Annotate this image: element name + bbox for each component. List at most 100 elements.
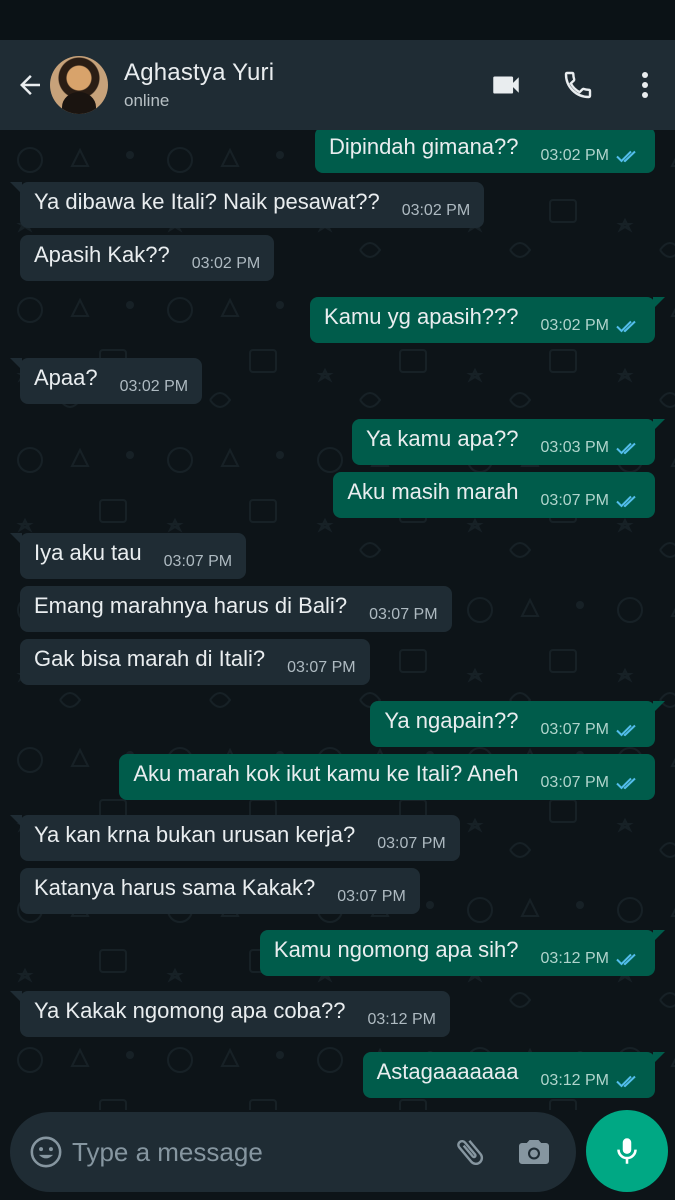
bubble-tail <box>10 991 22 1003</box>
message-text: Iya aku tau <box>34 540 142 565</box>
message-text: Astagaaaaaaa <box>376 1059 519 1084</box>
message-meta: 03:07 PM <box>541 492 641 510</box>
chat-header: Aghastya Yuri online <box>0 40 675 130</box>
read-receipt-icon <box>616 320 636 333</box>
read-receipt-icon <box>616 442 636 455</box>
bubble-tail <box>653 930 665 942</box>
message-meta: 03:12 PM <box>541 1072 641 1090</box>
read-receipt-icon <box>616 495 636 508</box>
bubble-tail <box>10 533 22 545</box>
message-input[interactable] <box>72 1127 448 1177</box>
outgoing-message[interactable]: Ya kamu apa?? 03:03 PM <box>352 419 665 465</box>
message-time: 03:12 PM <box>367 1011 436 1028</box>
outgoing-message[interactable]: Ya ngapain?? 03:07 PM <box>370 701 665 747</box>
video-call-icon[interactable] <box>481 60 531 110</box>
message-time: 03:02 PM <box>119 378 189 395</box>
incoming-message[interactable]: Ya Kakak ngomong apa coba?? 03:12 PM <box>10 991 450 1037</box>
message-time: 03:07 PM <box>377 835 446 852</box>
message-time: 03:12 PM <box>540 1072 609 1089</box>
message-meta: 03:07 PM <box>164 553 232 571</box>
bubble-tail <box>10 182 22 194</box>
incoming-message[interactable]: Iya aku tau 03:07 PM <box>10 533 247 579</box>
message-time: 03:02 PM <box>540 147 609 164</box>
message-time: 03:02 PM <box>540 317 609 334</box>
incoming-message[interactable]: Emang marahnya harus di Bali? 03:07 PM <box>20 586 452 632</box>
message-meta: 03:02 PM <box>541 317 641 335</box>
message-text: Kamu ngomong apa sih? <box>273 937 519 962</box>
message-meta: 03:02 PM <box>192 255 260 273</box>
message-meta: 03:07 PM <box>541 721 641 739</box>
bubble-tail <box>653 701 665 713</box>
outgoing-message[interactable]: Dipindah gimana?? 03:02 PM <box>314 130 655 173</box>
message-meta: 03:03 PM <box>541 439 641 457</box>
message-time: 03:07 PM <box>540 774 609 791</box>
outgoing-message[interactable]: Kamu yg apasih??? 03:02 PM <box>310 297 665 343</box>
attach-icon[interactable] <box>448 1130 492 1174</box>
outgoing-message[interactable]: Aku masih marah 03:07 PM <box>333 472 655 518</box>
bubble-tail <box>653 1052 665 1064</box>
message-text: Ya Kakak ngomong apa coba?? <box>34 998 346 1023</box>
bubble-tail <box>653 297 665 309</box>
message-meta: 03:07 PM <box>369 606 437 624</box>
incoming-message[interactable]: Ya kan krna bukan urusan kerja? 03:07 PM <box>10 815 460 861</box>
message-meta: 03:07 PM <box>541 774 641 792</box>
message-text: Ya ngapain?? <box>384 708 519 733</box>
outgoing-message[interactable]: Kamu ngomong apa sih? 03:12 PM <box>259 930 665 976</box>
message-text: Emang marahnya harus di Bali? <box>34 593 348 618</box>
message-meta: 03:02 PM <box>120 378 188 396</box>
contact-name[interactable]: Aghastya Yuri <box>124 59 481 87</box>
mic-button[interactable] <box>586 1110 668 1192</box>
incoming-message[interactable]: Gak bisa marah di Itali? 03:07 PM <box>20 639 370 685</box>
message-composer <box>10 1112 576 1192</box>
message-text: Gak bisa marah di Itali? <box>34 646 266 671</box>
bubble-tail <box>653 419 665 431</box>
back-arrow-icon[interactable] <box>10 65 50 105</box>
emoji-icon[interactable] <box>26 1132 66 1172</box>
message-meta: 03:07 PM <box>377 835 445 853</box>
read-receipt-icon <box>616 150 636 163</box>
message-meta: 03:12 PM <box>368 1011 436 1029</box>
outgoing-message[interactable]: Aku marah kok ikut kamu ke Itali? Aneh 03… <box>119 754 655 800</box>
contact-status: online <box>124 91 170 110</box>
incoming-message[interactable]: Apasih Kak?? 03:02 PM <box>20 235 275 281</box>
outgoing-message[interactable]: Astagaaaaaaa 03:12 PM <box>362 1052 665 1098</box>
read-receipt-icon <box>616 724 636 737</box>
message-text: Ya dibawa ke Itali? Naik pesawat?? <box>34 189 380 214</box>
read-receipt-icon <box>616 777 636 790</box>
message-time: 03:07 PM <box>540 721 609 738</box>
message-time: 03:07 PM <box>337 888 406 905</box>
message-meta: 03:12 PM <box>541 950 641 968</box>
message-text: Ya kan krna bukan urusan kerja? <box>34 822 356 847</box>
message-time: 03:02 PM <box>191 255 261 272</box>
message-text: Aku masih marah <box>347 479 519 504</box>
chat-area[interactable]: Dipindah gimana?? 03:02 PM Ya dibawa ke It… <box>0 130 675 1110</box>
incoming-message[interactable]: Apaa? 03:02 PM <box>10 358 203 404</box>
message-meta: 03:02 PM <box>402 202 470 220</box>
voice-call-icon[interactable] <box>553 60 603 110</box>
mic-icon <box>617 1138 637 1164</box>
message-time: 03:03 PM <box>540 439 609 456</box>
read-receipt-icon <box>616 1075 636 1088</box>
more-options-icon[interactable] <box>625 60 665 110</box>
message-time: 03:07 PM <box>163 553 233 570</box>
message-time: 03:07 PM <box>287 659 356 676</box>
message-meta: 03:07 PM <box>287 659 355 677</box>
message-text: Ya kamu apa?? <box>366 426 519 451</box>
message-text: Apaa? <box>34 365 98 390</box>
message-time: 03:07 PM <box>369 606 438 623</box>
incoming-message[interactable]: Katanya harus sama Kakak? 03:07 PM <box>20 868 420 914</box>
message-time: 03:12 PM <box>540 950 609 967</box>
read-receipt-icon <box>616 953 636 966</box>
contact-info[interactable]: Aghastya Yuri online <box>124 59 481 111</box>
message-text: Kamu yg apasih??? <box>324 304 519 329</box>
message-text: Katanya harus sama Kakak? <box>34 875 316 900</box>
bubble-tail <box>10 815 22 827</box>
message-meta: 03:07 PM <box>337 888 405 906</box>
incoming-message[interactable]: Ya dibawa ke Itali? Naik pesawat?? 03:02 … <box>10 182 485 228</box>
bubble-tail <box>10 358 22 370</box>
camera-icon[interactable] <box>512 1130 556 1174</box>
message-meta: 03:02 PM <box>541 147 641 165</box>
avatar[interactable] <box>50 56 108 114</box>
message-text: Dipindah gimana?? <box>328 134 519 159</box>
message-text: Apasih Kak?? <box>34 242 170 267</box>
